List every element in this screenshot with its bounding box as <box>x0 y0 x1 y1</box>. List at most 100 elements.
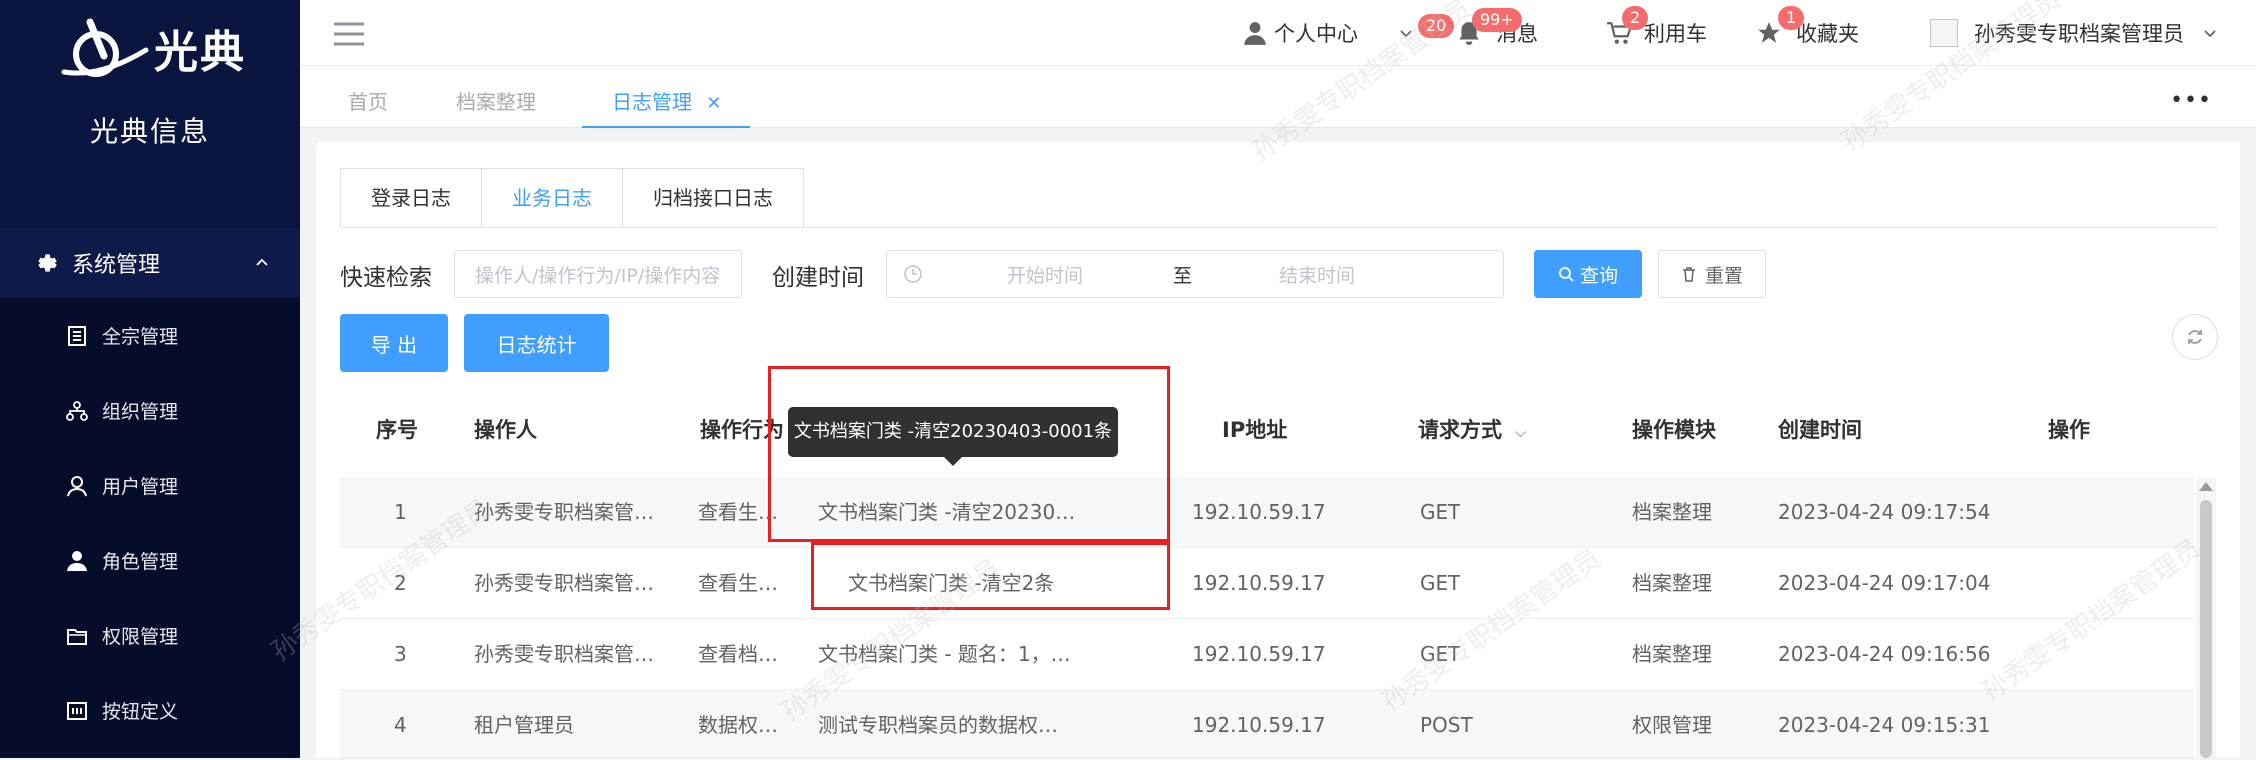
usage-cart-label: 利用车 <box>1644 22 1707 46</box>
close-icon[interactable]: ✕ <box>706 93 721 114</box>
clock-icon <box>904 265 922 283</box>
tab-business-log[interactable]: 业务日志 <box>482 169 623 227</box>
cell-method: GET <box>1420 571 1461 595</box>
page-tabs: 首页 档案整理 日志管理 ✕ ••• <box>300 66 2256 128</box>
highlight-box <box>811 542 1170 610</box>
column-header-method-label: 请求方式 <box>1418 418 1502 442</box>
cell-method: GET <box>1420 642 1461 666</box>
cell-no: 4 <box>394 713 407 737</box>
sidebar-item-fonds[interactable]: 全宗管理 <box>0 298 300 373</box>
range-separator: 至 <box>1173 264 1193 287</box>
messages-badge: 99+ <box>1472 8 1522 32</box>
menu-group-system[interactable]: 系统管理 <box>0 228 300 298</box>
usage-cart-badge: 2 <box>1622 6 1649 30</box>
scroll-up-arrow-icon[interactable] <box>2199 482 2213 491</box>
refresh-button[interactable] <box>2172 314 2218 360</box>
log-stats-button[interactable]: 日志统计 <box>464 314 609 372</box>
search-icon <box>1559 267 1574 282</box>
quick-search-placeholder: 操作人/操作行为/IP/操作内容 <box>475 264 721 287</box>
sidebar-item-roles[interactable]: 角色管理 <box>0 523 300 598</box>
avatar <box>1930 19 1958 47</box>
chevron-down-icon <box>2204 30 2216 38</box>
usage-cart[interactable]: 利用车 2 <box>1606 0 1707 66</box>
document-icon <box>68 325 86 346</box>
user-menu[interactable]: 孙秀雯专职档案管理员 <box>1930 0 2224 66</box>
tab-archive-interface-log[interactable]: 归档接口日志 <box>623 169 803 227</box>
cell-time: 2023-04-24 09:17:54 <box>1778 500 1991 524</box>
sidebar-item-label: 全宗管理 <box>102 326 179 348</box>
tab-home[interactable]: 首页 <box>348 66 388 128</box>
logo: 光典 <box>60 16 246 80</box>
cell-ip: 192.10.59.17 <box>1192 713 1326 737</box>
role-icon <box>67 550 87 571</box>
cell-time: 2023-04-24 09:15:31 <box>1778 713 1991 737</box>
messages[interactable]: 消息 99+ <box>1456 0 1538 66</box>
org-tree-icon <box>66 400 88 421</box>
table-row[interactable]: 2 孙秀雯专职档案管… 查看生… 文书档案门类 -清空2条 192.10.59.… <box>340 548 2194 619</box>
cell-ip: 192.10.59.17 <box>1192 500 1326 524</box>
tab-login-log[interactable]: 登录日志 <box>341 169 482 227</box>
sidebar-item-permissions[interactable]: 权限管理 <box>0 598 300 673</box>
favorites[interactable]: 收藏夹 1 <box>1756 0 1859 66</box>
personal-center[interactable]: 个人中心 20 <box>1242 0 1455 66</box>
start-time-input[interactable]: 开始时间 <box>1007 261 1083 288</box>
quick-search-input[interactable]: 操作人/操作行为/IP/操作内容 <box>454 250 742 298</box>
tab-archive-arrange[interactable]: 档案整理 <box>456 66 536 128</box>
chevron-down-icon <box>1400 30 1412 38</box>
column-header-method[interactable]: 请求方式 ⌵ <box>1418 402 1526 458</box>
logo-text: 光典 <box>154 27 246 78</box>
sort-icon[interactable]: ⌵ <box>1515 425 1526 441</box>
menu-group-label: 系统管理 <box>72 253 161 278</box>
date-range-picker[interactable]: 开始时间 至 结束时间 <box>886 250 1504 298</box>
query-button[interactable]: 查询 <box>1534 250 1642 298</box>
sidebar-item-label: 组织管理 <box>102 401 179 423</box>
column-header-operation: 操作 <box>2048 418 2090 442</box>
personal-center-label: 个人中心 <box>1274 22 1358 46</box>
sidebar-item-label: 按钮定义 <box>102 701 179 723</box>
cell-time: 2023-04-24 09:16:56 <box>1778 642 1991 666</box>
scrollbar-thumb[interactable] <box>2200 500 2212 758</box>
tab-label: 日志管理 <box>612 90 692 114</box>
sidebar-item-users[interactable]: 用户管理 <box>0 448 300 523</box>
cell-no: 3 <box>394 642 407 666</box>
sidebar-item-label: 用户管理 <box>102 476 179 498</box>
column-header-no: 序号 <box>376 418 418 442</box>
trash-icon <box>1682 267 1695 282</box>
table-row[interactable]: 4 租户管理员 数据权… 测试专职档案员的数据权… 192.10.59.17 P… <box>340 690 2194 758</box>
tab-log-management[interactable]: 日志管理 ✕ <box>582 66 750 128</box>
cell-action: 数据权… <box>698 713 778 737</box>
cell-operator: 孙秀雯专职档案管… <box>474 500 654 524</box>
created-time-label: 创建时间 <box>772 265 864 291</box>
submenu: 全宗管理 组织管理 用户管理 角色管理 权限管理 按钮定义 <box>0 298 300 758</box>
query-button-label: 查询 <box>1579 264 1618 287</box>
cell-ip: 192.10.59.17 <box>1192 642 1326 666</box>
cell-no: 2 <box>394 571 407 595</box>
reset-button[interactable]: 重置 <box>1658 250 1766 298</box>
sidebar-item-org[interactable]: 组织管理 <box>0 373 300 448</box>
cell-method: POST <box>1420 713 1473 737</box>
star-icon <box>1758 22 1780 43</box>
user-icon <box>1244 22 1266 45</box>
export-button[interactable]: 导 出 <box>340 314 448 372</box>
favorites-badge: 1 <box>1778 6 1805 30</box>
user-icon <box>67 475 87 496</box>
more-icon[interactable]: ••• <box>2170 90 2212 112</box>
highlight-box <box>768 366 1170 542</box>
cell-operator: 孙秀雯专职档案管… <box>474 642 654 666</box>
sidebar-item-label: 角色管理 <box>102 551 179 573</box>
sidebar: 光典 光典信息 系统管理 全宗管理 组织管理 用户管理 角色管理 权限管理 按钮… <box>0 0 300 758</box>
cell-content: 文书档案门类 - 题名：1，… <box>818 642 1071 666</box>
cell-module: 档案整理 <box>1632 571 1712 595</box>
table-row[interactable]: 3 孙秀雯专职档案管… 查看档… 文书档案门类 - 题名：1，… 192.10.… <box>340 619 2194 690</box>
cell-method: GET <box>1420 500 1461 524</box>
logo-mark-icon <box>61 18 149 77</box>
cell-action: 查看生… <box>698 571 778 595</box>
end-time-input[interactable]: 结束时间 <box>1279 261 1355 288</box>
refresh-icon <box>2188 330 2202 344</box>
cell-action: 查看档… <box>698 642 778 666</box>
cell-operator: 租户管理员 <box>474 713 574 737</box>
hamburger-icon[interactable] <box>334 22 364 46</box>
gear-icon <box>38 254 57 272</box>
sidebar-item-buttons[interactable]: 按钮定义 <box>0 673 300 748</box>
table-row[interactable]: 1 孙秀雯专职档案管… 查看生… 文书档案门类 -清空20230… 192.10… <box>340 477 2194 548</box>
